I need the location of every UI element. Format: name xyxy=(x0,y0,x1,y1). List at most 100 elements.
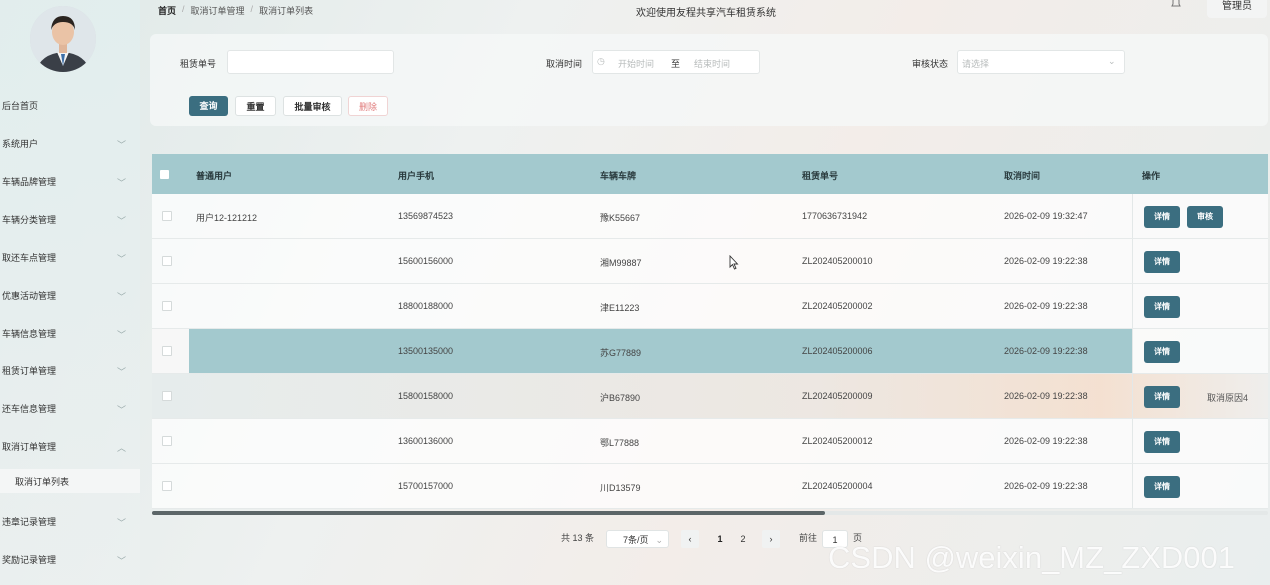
sidebar-item-label: 车辆品牌管理 xyxy=(2,176,57,187)
table-row[interactable]: 15600156000 湘M99887 ZL202405200010 2026-02-… xyxy=(152,239,1268,284)
chevron-down-icon: ﹀ xyxy=(116,367,126,377)
row-checkbox[interactable] xyxy=(162,346,172,356)
chevron-down-icon: ﹀ xyxy=(116,292,126,302)
sidebar-item-2[interactable]: 系统用户 ﹀ xyxy=(0,131,140,155)
review-status-select[interactable]: 请选择 ⌄ xyxy=(957,50,1125,74)
col-order-no[interactable]: 租赁单号 xyxy=(802,169,838,182)
actions-divider xyxy=(1132,374,1133,418)
col-phone[interactable]: 用户手机 xyxy=(398,169,434,182)
detail-button[interactable]: 详情 xyxy=(1144,476,1180,498)
detail-button[interactable]: 详情 xyxy=(1144,296,1180,318)
breadcrumb-home[interactable]: 首页 xyxy=(158,4,176,17)
order-no-input[interactable] xyxy=(227,50,394,74)
page-2-button[interactable]: 2 xyxy=(734,530,752,548)
sidebar-item-3[interactable]: 车辆品牌管理 ﹀ xyxy=(0,169,140,193)
chevron-down-icon: ﹀ xyxy=(116,330,126,340)
user-menu[interactable]: 管理员 xyxy=(1207,0,1267,18)
cell-phone: 15700157000 xyxy=(398,481,454,491)
prev-page-button[interactable]: ‹ xyxy=(681,530,699,548)
detail-button[interactable]: 详情 xyxy=(1144,431,1180,453)
bell-icon[interactable] xyxy=(1170,0,1182,12)
watermark: CSDN @weixin_MZ_ZXD001 xyxy=(828,540,1236,575)
col-cancel-time[interactable]: 取消时间 xyxy=(1004,169,1040,182)
sidebar-item-6[interactable]: 优惠活动管理 ﹀ xyxy=(0,283,140,307)
cell-order-no: 1770636731942 xyxy=(802,211,868,221)
sidebar-item-9[interactable]: 还车信息管理 ﹀ xyxy=(0,396,140,420)
sidebar-item-8[interactable]: 租赁订单管理 ﹀ xyxy=(0,358,140,382)
detail-button[interactable]: 详情 xyxy=(1144,341,1180,363)
delete-button[interactable]: 删除 xyxy=(348,96,388,116)
sidebar-item-10[interactable]: 取消订单管理 ︿ xyxy=(0,434,140,458)
table-header: 普通用户 用户手机 车辆车牌 租赁单号 取消时间 操作 xyxy=(152,154,1268,194)
actions-divider xyxy=(1132,329,1133,373)
table-row[interactable]: 15700157000 川D13579 ZL202405200004 2026-02-… xyxy=(152,464,1268,509)
row-checkbox[interactable] xyxy=(162,301,172,311)
page-1-button[interactable]: 1 xyxy=(711,530,729,548)
clock-icon: ◷ xyxy=(597,56,605,66)
next-page-button[interactable]: › xyxy=(762,530,780,548)
table-row[interactable]: 13600136000 鄂L77888 ZL202405200012 2026-02-… xyxy=(152,419,1268,464)
table-row[interactable]: 13500135000 苏G77889 ZL202405200006 2026-02-… xyxy=(152,329,1268,374)
col-actions: 操作 xyxy=(1142,171,1161,181)
cell-cancel-time: 2026-02-09 19:22:38 xyxy=(1004,346,1088,356)
cell-order-no: ZL202405200004 xyxy=(802,481,873,491)
actions-divider xyxy=(1132,464,1133,508)
chevron-down-icon: ⌄ xyxy=(1108,56,1116,66)
row-checkbox[interactable] xyxy=(162,256,172,266)
actions-divider xyxy=(1132,284,1133,328)
table-row[interactable]: 15800158000 沪B67890 ZL202405200009 2026-02-… xyxy=(152,374,1268,419)
range-separator: 至 xyxy=(671,59,681,69)
breadcrumb-cancel-orders[interactable]: 取消订单管理 xyxy=(191,4,245,17)
table-row[interactable]: 用户12-121212 13569874523 豫K55667 17706367319… xyxy=(152,194,1268,239)
cell-cancel-time: 2026-02-09 19:22:38 xyxy=(1004,301,1088,311)
batch-review-button[interactable]: 批量审核 xyxy=(283,96,342,116)
cell-phone: 15800158000 xyxy=(398,391,454,401)
reset-button[interactable]: 重置 xyxy=(235,96,276,116)
cell-plate: 沪B67890 xyxy=(600,393,641,403)
cell-phone: 13500135000 xyxy=(398,346,454,356)
row-checkbox[interactable] xyxy=(162,391,172,401)
query-button[interactable]: 查询 xyxy=(189,96,228,116)
page-size-select[interactable]: 7条/页 ⌄ xyxy=(606,530,669,548)
cell-user: 用户12-121212 xyxy=(196,213,258,223)
sidebar-item-1[interactable]: 后台首页 xyxy=(0,93,140,117)
actions-divider xyxy=(1132,419,1133,463)
detail-button[interactable]: 详情 xyxy=(1144,206,1180,228)
chevron-down-icon: ﹀ xyxy=(116,178,126,188)
col-plate[interactable]: 车辆车牌 xyxy=(600,169,636,182)
start-time-input[interactable]: 开始时间 xyxy=(618,57,654,70)
sidebar-item-label: 取消订单管理 xyxy=(2,441,57,452)
horizontal-scrollbar[interactable] xyxy=(152,511,825,515)
cell-plate: 湘M99887 xyxy=(600,258,642,268)
sidebar-item-label: 后台首页 xyxy=(2,100,39,111)
chevron-down-icon: ﹀ xyxy=(116,216,126,226)
cell-phone: 18800188000 xyxy=(398,301,454,311)
end-time-input[interactable]: 结束时间 xyxy=(694,57,730,70)
sidebar-item-13[interactable]: 奖励记录管理 ﹀ xyxy=(0,547,140,571)
chevron-down-icon: ⌄ xyxy=(655,535,663,545)
cell-order-no: ZL202405200012 xyxy=(802,436,873,446)
table-row[interactable]: 18800188000 津E11223 ZL202405200002 2026-02-… xyxy=(152,284,1268,329)
detail-button[interactable]: 详情 xyxy=(1144,386,1180,408)
sidebar-item-12[interactable]: 违章记录管理 ﹀ xyxy=(0,509,140,533)
row-checkbox[interactable] xyxy=(162,436,172,446)
select-all-checkbox[interactable] xyxy=(160,170,169,179)
cell-plate: 川D13579 xyxy=(600,483,641,493)
avatar[interactable] xyxy=(30,6,96,72)
sidebar-item-label: 优惠活动管理 xyxy=(2,290,57,301)
sidebar-item-5[interactable]: 取还车点管理 ﹀ xyxy=(0,245,140,269)
col-user[interactable]: 普通用户 xyxy=(196,169,232,182)
sidebar-item-11[interactable]: 取消订单列表 xyxy=(0,469,140,493)
sidebar-item-4[interactable]: 车辆分类管理 ﹀ xyxy=(0,207,140,231)
cell-plate: 津E11223 xyxy=(600,303,640,313)
cell-order-no: ZL202405200009 xyxy=(802,391,873,401)
cell-plate: 苏G77889 xyxy=(600,348,642,358)
cell-plate: 豫K55667 xyxy=(600,213,641,223)
cancel-time-range[interactable]: ◷ 开始时间 至 结束时间 xyxy=(592,50,760,74)
cell-order-no: ZL202405200006 xyxy=(802,346,873,356)
row-checkbox[interactable] xyxy=(162,481,172,491)
row-checkbox[interactable] xyxy=(162,211,172,221)
detail-button[interactable]: 详情 xyxy=(1144,251,1180,273)
sidebar-item-7[interactable]: 车辆信息管理 ﹀ xyxy=(0,321,140,345)
review-button[interactable]: 审核 xyxy=(1187,206,1223,228)
